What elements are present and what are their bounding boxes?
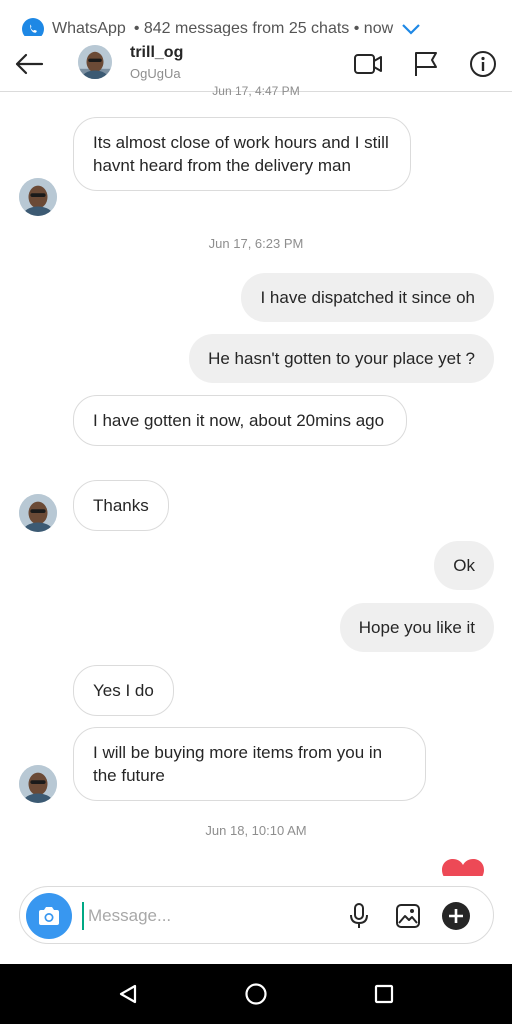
image-icon [396, 904, 420, 928]
message-text: He hasn't gotten to your place yet ? [208, 349, 475, 368]
timestamp: Jun 17, 6:23 PM [208, 236, 304, 251]
outgoing-message[interactable]: Ok [434, 541, 494, 590]
triangle-back-icon [119, 984, 137, 1004]
flag-icon [415, 52, 437, 76]
message-text: Its almost close of work hours and I sti… [93, 133, 389, 175]
video-call-button[interactable] [352, 48, 384, 80]
notification-text: • 842 messages from 25 chats • now [133, 20, 394, 36]
timestamp: Jun 17, 4:47 PM [212, 84, 300, 98]
contact-name[interactable]: trill_og [130, 44, 183, 62]
heart-icon[interactable] [440, 858, 486, 876]
square-recents-icon [374, 984, 394, 1004]
avatar[interactable] [19, 494, 57, 532]
timestamp: Jun 18, 10:10 AM [205, 823, 307, 838]
outgoing-message[interactable]: Hope you like it [339, 603, 494, 652]
chevron-down-icon[interactable] [401, 23, 421, 35]
report-button[interactable] [410, 48, 442, 80]
avatar[interactable] [78, 45, 112, 79]
avatar[interactable] [19, 178, 57, 216]
add-button[interactable] [441, 901, 471, 931]
message-text: Ok [453, 556, 475, 575]
video-camera-icon [354, 54, 382, 74]
message-text: Yes I do [93, 681, 154, 700]
outgoing-message[interactable]: I have dispatched it since oh [241, 273, 494, 322]
outgoing-message[interactable]: He hasn't gotten to your place yet ? [189, 334, 494, 383]
arrow-left-icon [15, 53, 44, 75]
incoming-message[interactable]: Yes I do [73, 665, 174, 716]
back-button[interactable] [12, 48, 46, 80]
contact-username: OgUgUa [130, 66, 181, 81]
incoming-message[interactable]: Thanks [73, 480, 169, 531]
message-composer [19, 886, 494, 944]
notification-app: WhatsApp [52, 20, 126, 36]
message-text: Hope you like it [358, 618, 475, 637]
notification-bar[interactable]: WhatsApp • 842 messages from 25 chats • … [0, 0, 512, 36]
message-text: I have dispatched it since oh [260, 288, 475, 307]
system-navigation-bar [0, 964, 512, 1024]
incoming-message[interactable]: I have gotten it now, about 20mins ago [73, 395, 407, 446]
home-nav-button[interactable] [240, 978, 272, 1010]
message-text: Thanks [93, 496, 149, 515]
incoming-message[interactable]: Its almost close of work hours and I sti… [73, 117, 411, 191]
plus-circle-icon [442, 902, 470, 930]
info-button[interactable] [467, 48, 499, 80]
whatsapp-icon [22, 18, 44, 36]
back-nav-button[interactable] [112, 978, 144, 1010]
avatar[interactable] [19, 765, 57, 803]
voice-message-button[interactable] [344, 901, 374, 931]
gallery-button[interactable] [393, 901, 423, 931]
circle-home-icon [245, 983, 267, 1005]
message-input[interactable] [82, 902, 322, 930]
camera-icon [39, 907, 59, 925]
microphone-icon [350, 903, 368, 928]
info-icon [470, 51, 496, 77]
recents-nav-button[interactable] [368, 978, 400, 1010]
camera-button[interactable] [26, 893, 72, 939]
message-text: I have gotten it now, about 20mins ago [93, 411, 385, 430]
incoming-message[interactable]: I will be buying more items from you in … [73, 727, 426, 801]
message-text: I will be buying more items from you in … [93, 743, 383, 785]
